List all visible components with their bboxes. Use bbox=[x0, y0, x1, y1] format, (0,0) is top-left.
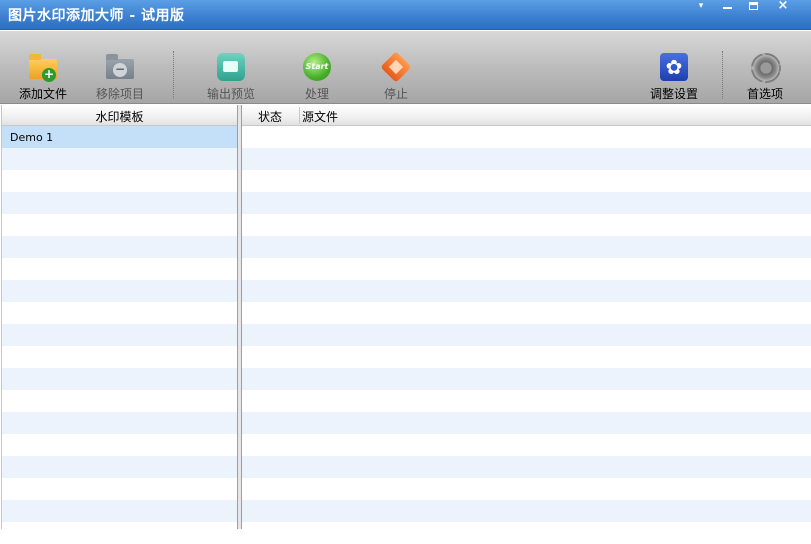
file-rows bbox=[242, 126, 811, 544]
add-folder-icon: + bbox=[27, 51, 59, 83]
start-icon: Start bbox=[301, 51, 333, 83]
add-file-label: 添加文件 bbox=[18, 87, 67, 101]
empty-row bbox=[242, 236, 811, 258]
empty-row bbox=[2, 214, 237, 236]
empty-row bbox=[242, 324, 811, 346]
process-label: 处理 bbox=[304, 87, 329, 101]
maximize-icon bbox=[748, 2, 758, 10]
toolbar: + 添加文件 − 移除项目 输出预览 Start 处理 停止 ✿ 调整设置 首选… bbox=[0, 31, 811, 104]
template-rows: Demo 1 bbox=[2, 126, 237, 522]
adjust-settings-label: 调整设置 bbox=[649, 87, 698, 101]
empty-row bbox=[242, 456, 811, 478]
remove-item-label: 移除项目 bbox=[95, 87, 144, 101]
empty-row bbox=[242, 434, 811, 456]
preview-icon bbox=[215, 51, 247, 83]
status-column-header[interactable]: 状态 bbox=[258, 108, 282, 125]
output-preview-button[interactable]: 输出预览 bbox=[196, 47, 266, 101]
empty-row bbox=[242, 390, 811, 412]
empty-row bbox=[2, 500, 237, 522]
stop-label: 停止 bbox=[383, 87, 408, 101]
adjust-settings-button[interactable]: ✿ 调整设置 bbox=[639, 47, 709, 101]
empty-row bbox=[242, 522, 811, 544]
empty-row bbox=[2, 324, 237, 346]
empty-row bbox=[242, 214, 811, 236]
watermark-template-list[interactable]: 水印模板 Demo 1 bbox=[1, 105, 238, 529]
empty-row bbox=[242, 148, 811, 170]
empty-row bbox=[2, 236, 237, 258]
toolbar-separator bbox=[173, 51, 174, 99]
empty-row bbox=[2, 412, 237, 434]
minimize-button[interactable] bbox=[714, 0, 740, 14]
empty-row bbox=[2, 434, 237, 456]
empty-row bbox=[2, 148, 237, 170]
file-list-header: 状态 源文件 bbox=[242, 105, 811, 126]
settings-gear-icon: ✿ bbox=[658, 51, 690, 83]
list-item-label: Demo 1 bbox=[10, 131, 54, 144]
window-title: 图片水印添加大师 - 试用版 bbox=[8, 8, 185, 24]
list-item[interactable]: Demo 1 bbox=[2, 126, 237, 148]
empty-row bbox=[242, 170, 811, 192]
remove-item-button[interactable]: − 移除项目 bbox=[85, 47, 155, 101]
preferences-gear-icon bbox=[749, 51, 781, 83]
template-header-label: 水印模板 bbox=[95, 110, 144, 124]
add-file-button[interactable]: + 添加文件 bbox=[8, 47, 78, 101]
empty-row bbox=[242, 368, 811, 390]
source-file-column-header[interactable]: 源文件 bbox=[302, 108, 338, 125]
empty-row bbox=[242, 412, 811, 434]
empty-row bbox=[242, 258, 811, 280]
empty-row bbox=[242, 192, 811, 214]
empty-row bbox=[2, 390, 237, 412]
maximize-button[interactable] bbox=[740, 0, 766, 14]
empty-row bbox=[2, 280, 237, 302]
empty-row bbox=[2, 302, 237, 324]
empty-row bbox=[2, 192, 237, 214]
preferences-label: 首选项 bbox=[746, 87, 783, 101]
window-menu-button[interactable]: ▾ bbox=[688, 0, 714, 14]
file-list[interactable]: 状态 源文件 bbox=[241, 105, 811, 544]
minimize-icon bbox=[722, 7, 732, 9]
empty-row bbox=[242, 346, 811, 368]
empty-row bbox=[2, 368, 237, 390]
title-bar: 图片水印添加大师 - 试用版 ▾ × bbox=[0, 0, 811, 30]
process-button[interactable]: Start 处理 bbox=[282, 47, 352, 101]
close-button[interactable]: × bbox=[770, 0, 796, 14]
stop-icon bbox=[380, 51, 412, 83]
output-preview-label: 输出预览 bbox=[206, 87, 255, 101]
empty-row bbox=[242, 302, 811, 324]
template-list-header[interactable]: 水印模板 bbox=[2, 105, 237, 126]
column-divider[interactable] bbox=[299, 107, 300, 124]
empty-row bbox=[2, 170, 237, 192]
empty-row bbox=[2, 456, 237, 478]
empty-row bbox=[2, 478, 237, 500]
empty-row bbox=[242, 478, 811, 500]
empty-row bbox=[242, 126, 811, 148]
empty-row bbox=[2, 346, 237, 368]
stop-button[interactable]: 停止 bbox=[361, 47, 431, 101]
toolbar-separator bbox=[722, 51, 723, 99]
remove-folder-icon: − bbox=[104, 51, 136, 83]
empty-row bbox=[242, 500, 811, 522]
empty-row bbox=[2, 258, 237, 280]
preferences-button[interactable]: 首选项 bbox=[730, 47, 800, 101]
empty-row bbox=[242, 280, 811, 302]
